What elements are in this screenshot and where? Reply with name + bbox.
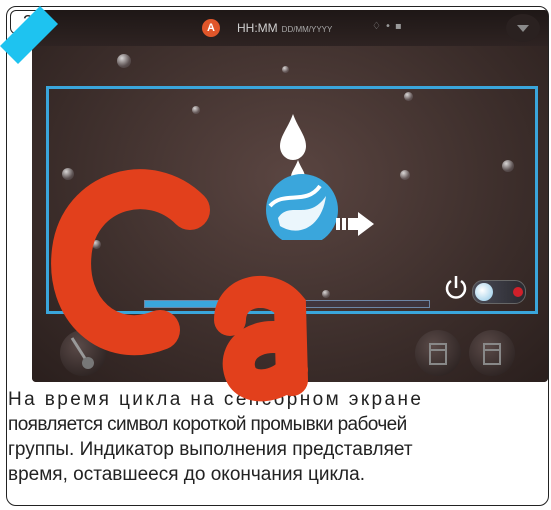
cup-icon <box>483 343 501 365</box>
steam-wand-button[interactable] <box>60 330 106 376</box>
water-drop <box>117 54 131 68</box>
time-text: HH:MM <box>237 21 278 35</box>
settings-icon: • <box>384 21 395 32</box>
caption-line: группы. Индикатор выполнения представляе… <box>8 439 413 460</box>
caption-line: На время цикла на сенсорном экране <box>8 389 424 410</box>
caption-line: время, оставшееся до окончания цикла. <box>8 464 365 485</box>
cup-button-2[interactable] <box>469 330 515 376</box>
steam-wand-icon <box>70 337 94 369</box>
toggle-indicator <box>513 287 523 297</box>
rinse-cycle-icon <box>266 114 374 240</box>
warning-icon[interactable]: A <box>202 19 220 37</box>
water-icon: ♢ <box>372 21 385 32</box>
power-toggle[interactable] <box>472 280 526 304</box>
date-text: DD/MM/YYYY <box>281 25 333 34</box>
progress-bar <box>144 300 430 308</box>
progress-fill <box>145 301 239 307</box>
filter-icon: ▪ <box>394 21 406 32</box>
cup-button-1[interactable] <box>415 330 461 376</box>
status-bar: A HH:MM DD/MM/YYYY ♢•▪ <box>32 10 548 46</box>
touch-screen: A HH:MM DD/MM/YYYY ♢•▪ <box>32 10 548 382</box>
cup-icon <box>429 343 447 365</box>
caption-line: появляется символ короткой промывки рабо… <box>8 414 407 435</box>
step-number-badge: 3 <box>10 10 46 34</box>
power-icon[interactable] <box>444 274 468 302</box>
caption: На время цикла на сенсорном экране появл… <box>8 387 548 487</box>
toggle-knob <box>475 283 493 301</box>
menu-button[interactable] <box>506 14 540 42</box>
clock: HH:MM DD/MM/YYYY <box>237 21 332 35</box>
water-drop <box>282 66 289 73</box>
status-icons: ♢•▪ <box>372 21 406 32</box>
